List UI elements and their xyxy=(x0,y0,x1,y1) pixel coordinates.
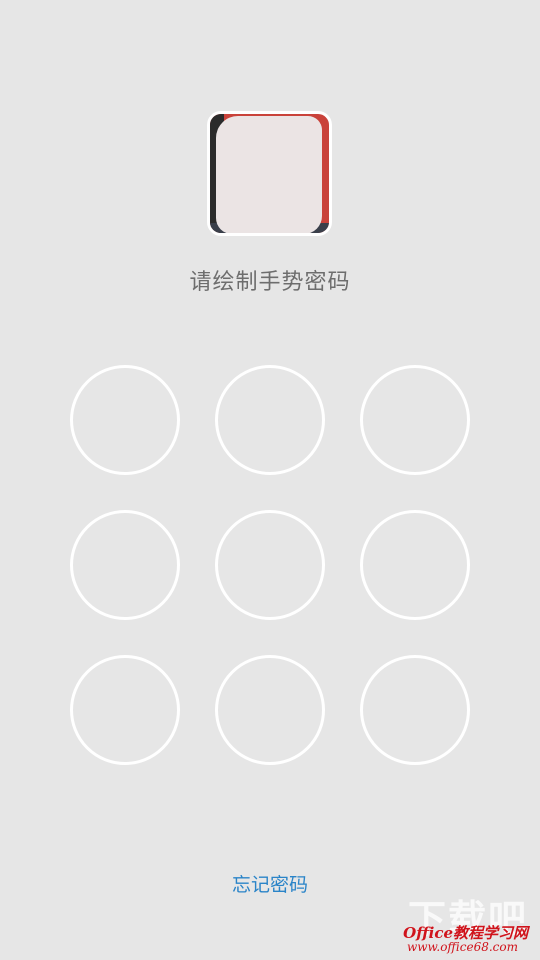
pattern-grid[interactable] xyxy=(70,365,470,765)
avatar-face-blur xyxy=(216,116,322,233)
pattern-dot-2[interactable] xyxy=(215,365,325,475)
pattern-dot-4[interactable] xyxy=(70,510,180,620)
gesture-prompt: 请绘制手势密码 xyxy=(189,270,351,295)
user-avatar xyxy=(207,111,332,236)
pattern-dot-1[interactable] xyxy=(70,365,180,475)
watermark-url: www.office68.com xyxy=(407,940,518,954)
pattern-dot-5[interactable] xyxy=(215,510,325,620)
pattern-dot-7[interactable] xyxy=(70,655,180,765)
pattern-dot-6[interactable] xyxy=(360,510,470,620)
pattern-dot-8[interactable] xyxy=(215,655,325,765)
pattern-dot-9[interactable] xyxy=(360,655,470,765)
pattern-dot-3[interactable] xyxy=(360,365,470,475)
